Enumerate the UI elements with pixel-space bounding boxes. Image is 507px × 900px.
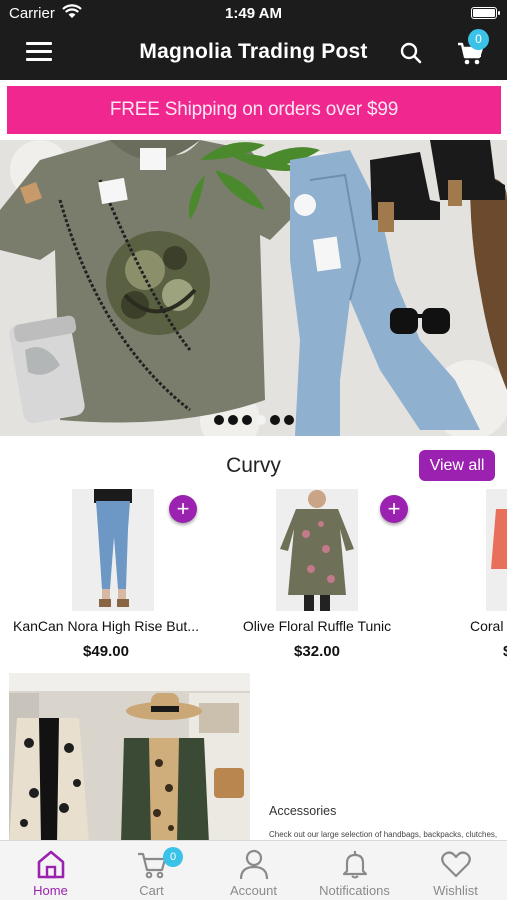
bottom-tab-bar: Home 0 Cart Account Notifications Wishli… [0,840,507,900]
carousel-dot[interactable] [213,415,224,425]
hero-carousel[interactable] [0,140,507,436]
carousel-dot[interactable] [227,415,238,425]
bell-icon [342,851,368,879]
coral-top-photo [486,489,507,611]
product-price: $49.00 [83,643,129,660]
cart-tab-badge: 0 [163,847,183,867]
product-image[interactable] [276,489,358,611]
tunic-photo [276,489,358,611]
product-name[interactable]: Coral [470,618,507,634]
account-icon [239,849,269,880]
add-to-cart-button[interactable]: + [169,495,197,523]
product-name[interactable]: Olive Floral Ruffle Tunic [212,618,422,634]
carousel-dot[interactable] [283,415,294,425]
hero-image [0,140,507,436]
carousel-pagination[interactable] [0,412,507,430]
tab-label: Account [230,883,277,898]
status-bar: Carrier 1:49 AM [0,0,507,28]
tab-label: Wishlist [433,883,478,898]
top-bar: Carrier 1:49 AM Magnolia Trading Post 0 [0,0,507,80]
battery-icon [471,7,500,19]
accessories-description: Check out our large selection of handbag… [269,830,498,839]
tab-notifications[interactable]: Notifications [304,841,405,900]
tab-label: Home [33,883,68,898]
product-image[interactable] [486,489,507,611]
product-card[interactable]: + Olive Floral Ruffle Tunic $32.00 [212,489,412,669]
tab-label: Cart [139,883,164,898]
heart-icon [441,851,471,878]
tab-label: Notifications [319,883,390,898]
product-price: $32.00 [294,643,340,660]
search-icon[interactable] [398,40,424,66]
product-carousel[interactable]: + KanCan Nora High Rise But... $49.00 + … [0,489,507,669]
tab-wishlist[interactable]: Wishlist [405,841,506,900]
carousel-dot[interactable] [241,415,252,425]
accessories-title[interactable]: Accessories [269,804,336,818]
cart-count-badge: 0 [468,29,489,50]
tab-cart[interactable]: 0 Cart [101,841,202,900]
accessories-image[interactable] [9,673,250,843]
tab-home[interactable]: Home [0,841,101,900]
view-all-button[interactable]: View all [419,450,495,481]
product-card[interactable]: + KanCan Nora High Rise But... $49.00 [0,489,200,669]
jeans-photo [72,489,154,611]
home-icon [37,850,65,879]
product-name[interactable]: KanCan Nora High Rise But... [1,618,211,634]
app-title: Magnolia Trading Post [139,40,368,63]
carousel-dot[interactable] [255,415,266,425]
add-to-cart-button[interactable]: + [380,495,408,523]
carousel-dot[interactable] [269,415,280,425]
tab-account[interactable]: Account [203,841,304,900]
free-shipping-banner[interactable]: FREE Shipping on orders over $99 [7,86,501,134]
product-image[interactable] [72,489,154,611]
product-card[interactable]: Coral $ [422,489,507,669]
clock: 1:49 AM [225,5,282,22]
store-photo [9,673,250,843]
app-header: Magnolia Trading Post 0 [0,28,507,80]
product-price: $ [503,643,507,660]
